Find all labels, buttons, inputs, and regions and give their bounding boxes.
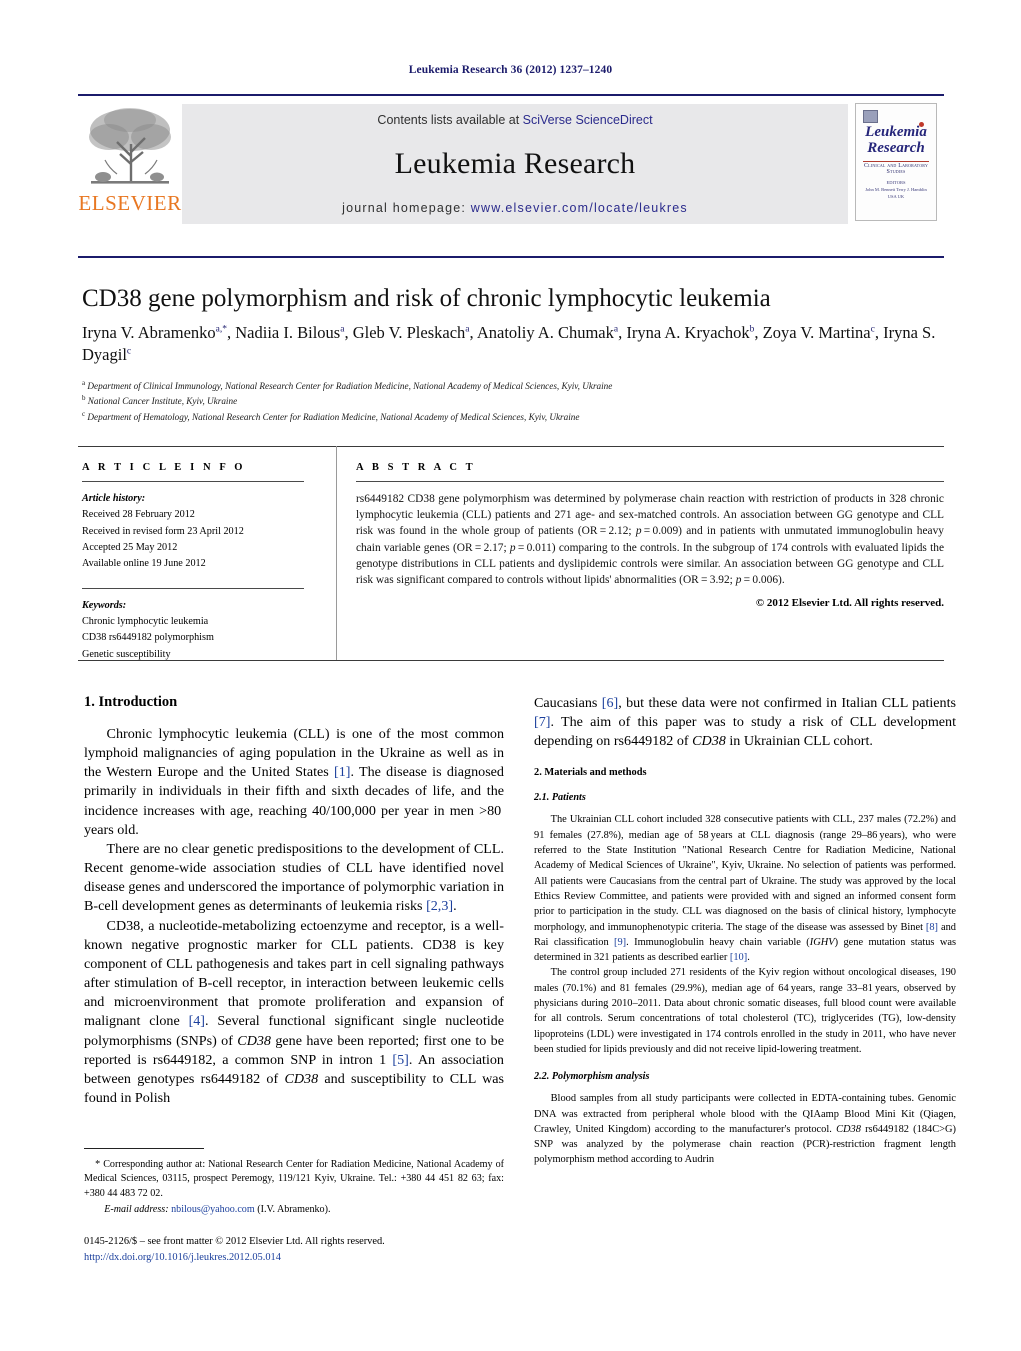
elsevier-wordmark: ELSEVIER	[78, 191, 182, 215]
doi-link[interactable]: http://dx.doi.org/10.1016/j.leukres.2012…	[84, 1250, 584, 1266]
journal-name: Leukemia Research	[394, 147, 636, 180]
keywords-rule	[82, 587, 304, 589]
intro-paragraph-2: There are no clear genetic predispositio…	[84, 840, 504, 915]
contents-prefix: Contents lists available at	[377, 113, 523, 127]
intro-paragraph-3: CD38, a nucleotide-metabolizing ectoenzy…	[84, 917, 504, 1106]
paper-page: Leukemia Research 36 (2012) 1237–1240 EL…	[0, 0, 1021, 1351]
history-received: Received 28 February 2012	[82, 509, 195, 521]
intro-paragraph-3-continued: Caucasians [6], but these data were not …	[534, 695, 956, 750]
banner-center-panel: Contents lists available at SciVerse Sci…	[182, 104, 848, 224]
cover-editors-label: EDITORS	[886, 180, 906, 185]
methods-heading: 2. Materials and methods	[534, 767, 647, 779]
affiliation-marker: b	[82, 394, 86, 403]
article-info-rule	[82, 481, 304, 482]
abstract-heading: A B S T R A C T	[356, 462, 476, 473]
cover-title-line1: Leukemia	[865, 124, 927, 140]
email-note: E-mail address: nbilous@yahoo.com (I.V. …	[84, 1203, 504, 1217]
cover-editors-names: John M. Bennett Terry J. Hamblin	[865, 186, 927, 192]
abstract-copyright: © 2012 Elsevier Ltd. All rights reserved…	[755, 597, 944, 610]
journal-banner: ELSEVIER Contents lists available at Sci…	[78, 94, 944, 230]
info-abstract-separator	[336, 446, 337, 661]
affiliation-item: a Department of Clinical Immunology, Nat…	[82, 378, 954, 393]
cover-divider	[863, 161, 929, 162]
email-link[interactable]: nbilous@yahoo.com	[171, 1204, 255, 1215]
affiliation-item: b National Cancer Institute, Kyiv, Ukrai…	[82, 393, 954, 408]
affiliation-marker: c	[82, 409, 86, 418]
cover-title-line2: Research	[867, 139, 925, 156]
keyword-item: Chronic lymphocytic leukemia	[82, 615, 209, 627]
info-divider-top	[78, 446, 944, 447]
affiliation-list: a Department of Clinical Immunology, Nat…	[82, 378, 954, 424]
contents-available-line: Contents lists available at SciVerse Sci…	[377, 113, 652, 127]
history-accepted: Accepted 25 May 2012	[82, 541, 178, 553]
patients-heading: 2.1. Patients	[534, 792, 586, 804]
body-column-left: 1. Introduction Chronic lymphocytic leuk…	[84, 694, 504, 1108]
email-label: E-mail address:	[104, 1204, 169, 1216]
abstract-body: rs6449182 CD38 gene polymorphism was det…	[356, 493, 945, 586]
abstract-column: A B S T R A C T rs6449182 CD38 gene poly…	[356, 462, 944, 609]
keyword-item: CD38 rs6449182 polymorphism	[82, 632, 214, 644]
journal-cover-thumbnail: Leukemia Research Clinical and Laborator…	[848, 96, 944, 230]
homepage-url-link[interactable]: www.elsevier.com/locate/leukres	[471, 201, 688, 215]
affiliation-marker: a	[82, 379, 86, 387]
email-owner: (I.V. Abramenko).	[257, 1204, 331, 1216]
cover-editors: EDITORS John M. Bennett Terry J. Hamblin…	[856, 180, 936, 200]
cover-editors-countries: USA UK	[887, 193, 905, 199]
affiliation-text: Department of Clinical Immunology, Natio…	[87, 381, 613, 392]
running-head: Leukemia Research 36 (2012) 1237–1240	[408, 64, 613, 76]
cover-badge-icon	[863, 110, 878, 123]
footnote-divider	[84, 1148, 204, 1149]
elsevier-logo: ELSEVIER	[78, 96, 182, 230]
journal-homepage-line: journal homepage: www.elsevier.com/locat…	[342, 201, 688, 215]
homepage-prefix: journal homepage:	[342, 201, 471, 215]
imprint-line: 0145-2126/$ – see front matter © 2012 El…	[84, 1236, 385, 1247]
elsevier-tree-icon	[89, 108, 171, 184]
keywords-label: Keywords:	[82, 599, 127, 611]
article-info-heading: A R T I C L E I N F O	[82, 462, 246, 473]
affiliation-text: Department of Hematology, National Resea…	[87, 411, 580, 422]
sciencedirect-link[interactable]: SciVerse ScienceDirect	[523, 113, 653, 127]
cover-subtitle: Clinical and Laboratory Studies	[863, 163, 929, 175]
author-list: Iryna V. Abramenkoa,*, Nadiia I. Bilousa…	[82, 323, 936, 365]
patients-paragraph-1: The Ukrainian CLL cohort included 328 co…	[534, 814, 957, 964]
polymorphism-heading: 2.2. Polymorphism analysis	[534, 1071, 650, 1083]
imprint-block: 0145-2126/$ – see front matter © 2012 El…	[84, 1234, 584, 1265]
page-title: CD38 gene polymorphism and risk of chron…	[82, 285, 771, 312]
info-divider-bottom	[78, 660, 944, 661]
footnote-block: * Corresponding author at: National Rese…	[84, 1158, 504, 1218]
article-info-column: A R T I C L E I N F O Article history: R…	[82, 462, 304, 663]
polymorphism-paragraph-1: Blood samples from all study participant…	[534, 1093, 956, 1166]
affiliation-item: c Department of Hematology, National Res…	[82, 409, 954, 424]
patients-paragraph-2: The control group included 271 residents…	[534, 967, 956, 1055]
affiliation-text: National Cancer Institute, Kyiv, Ukraine	[87, 396, 238, 407]
introduction-heading: 1. Introduction	[84, 694, 178, 710]
history-revised: Received in revised form 23 April 2012	[82, 525, 244, 537]
intro-paragraph-1: Chronic lymphocytic leukemia (CLL) is on…	[84, 726, 504, 838]
corresponding-author-note: * Corresponding author at: National Rese…	[84, 1159, 504, 1199]
cover-title: Leukemia Research	[856, 124, 936, 157]
body-column-right: Caucasians [6], but these data were not …	[534, 694, 956, 1168]
title-divider	[78, 256, 944, 258]
article-history-label: Article history:	[82, 493, 146, 504]
abstract-rule	[356, 481, 944, 482]
history-online: Available online 19 June 2012	[82, 558, 206, 570]
